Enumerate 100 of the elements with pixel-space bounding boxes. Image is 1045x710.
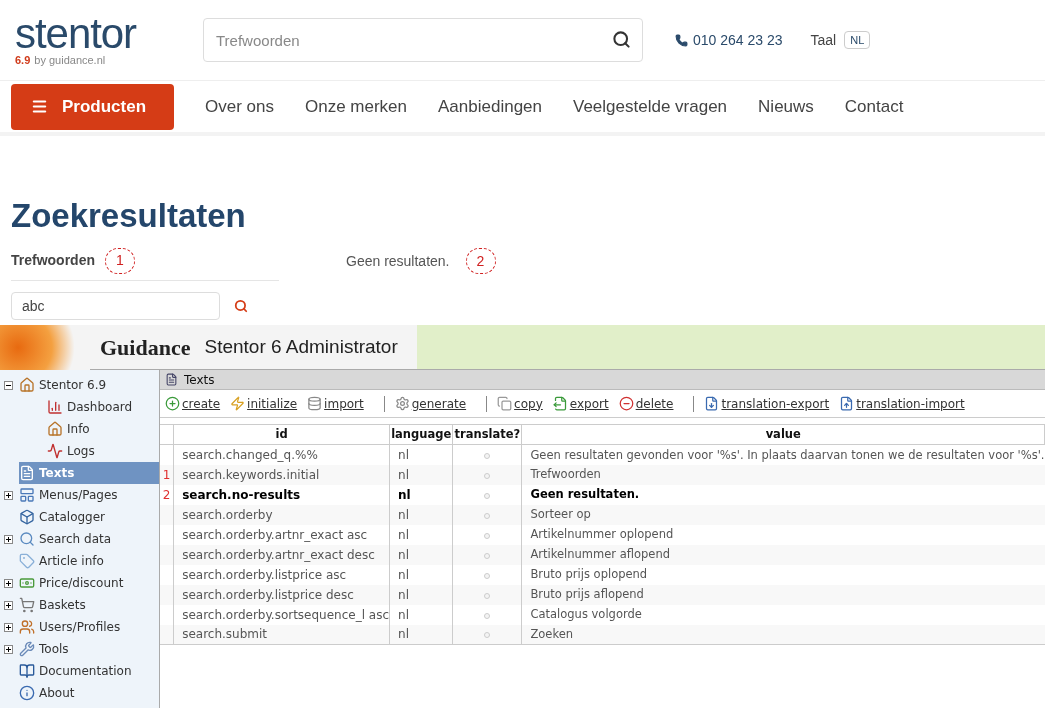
brand-name: Guidance	[100, 333, 191, 362]
sidebar-item[interactable]: Price/discount	[19, 572, 159, 594]
sidebar-item[interactable]: Documentation	[19, 660, 159, 682]
table-cell: Bruto prijs oplopend	[530, 567, 648, 582]
keywords-input[interactable]: abc	[11, 292, 220, 320]
table-cell: search.orderby	[182, 507, 273, 522]
layout-icon	[19, 487, 35, 503]
nav-link[interactable]: Over ons	[205, 93, 274, 120]
language-selector[interactable]: NL	[844, 30, 871, 50]
app-title: Stentor 6 Administrator	[204, 334, 398, 359]
expand-toggle[interactable]	[4, 600, 13, 610]
search-icon[interactable]	[612, 30, 631, 49]
table-cell: Geen resultaten.	[530, 487, 640, 502]
nav-link[interactable]: Aanbiedingen	[438, 93, 542, 120]
magnifier-icon	[19, 531, 35, 547]
products-button[interactable]: Producten	[11, 83, 174, 130]
bar-chart-icon	[47, 399, 63, 415]
nav-link[interactable]: Onze merken	[305, 93, 408, 120]
database-icon	[307, 396, 323, 411]
gear-icon	[394, 396, 410, 411]
toolbar-link[interactable]: translation-import	[839, 394, 965, 413]
copy-icon	[497, 396, 513, 411]
users-icon	[19, 619, 35, 635]
keywords-heading: Trefwoorden	[11, 251, 95, 270]
export-icon	[552, 396, 568, 411]
table-cell: search.keywords.initial	[182, 467, 320, 482]
row-marker: 1	[162, 467, 171, 482]
table-cell: nl	[398, 567, 409, 582]
table-cell: Zoeken	[530, 627, 574, 642]
document-import-icon	[839, 396, 855, 411]
phone-icon	[675, 33, 688, 47]
nav-link[interactable]: Nieuws	[758, 93, 814, 120]
table-cell: search.orderby.listprice desc	[182, 587, 354, 602]
info-icon	[19, 685, 35, 701]
table-cell: search.no-results	[182, 487, 301, 502]
expand-toggle[interactable]	[4, 622, 13, 632]
page-title: Zoekresultaten	[11, 196, 247, 236]
table-cell: nl	[398, 547, 409, 562]
nav-link[interactable]: Veelgestelde vragen	[573, 93, 728, 120]
sidebar-item[interactable]: Menus/Pages	[19, 484, 159, 506]
wrench-icon	[19, 641, 35, 657]
sidebar-item[interactable]: Tools	[19, 638, 159, 660]
sidebar-item[interactable]: Dashboard	[45, 398, 135, 416]
sidebar-item[interactable]: Info	[45, 420, 92, 438]
phone-number[interactable]: 010 264 23 23	[693, 29, 783, 51]
plus-icon	[165, 396, 180, 411]
row-marker: 2	[162, 487, 171, 502]
expand-toggle[interactable]	[4, 578, 13, 588]
byline: by guidance.nl	[34, 54, 106, 66]
line-chart-icon	[47, 443, 63, 459]
toolbar-link[interactable]: delete	[618, 394, 674, 413]
menu-icon	[31, 98, 48, 115]
table-cell: search.orderby.artnr_exact desc	[182, 547, 375, 562]
version-label: 6.9	[15, 54, 31, 66]
banknote-icon	[19, 575, 35, 591]
toolbar-link[interactable]: export	[552, 394, 609, 413]
toolbar-link[interactable]: generate	[394, 394, 467, 413]
nav-link[interactable]: Contact	[844, 93, 904, 120]
table-cell: search.orderby.sortsequence_l asc	[182, 607, 390, 622]
sidebar-item[interactable]: Baskets	[19, 594, 159, 616]
table-cell: nl	[398, 447, 409, 462]
book-icon	[19, 663, 35, 679]
table-cell: Geen resultaten gevonden voor '%s'. In plaats daarvan tonen we de resultaten voor '%s'.	[530, 447, 1045, 462]
table-cell: nl	[398, 587, 409, 602]
sidebar-item[interactable]: Logs	[45, 442, 97, 460]
sidebar-item[interactable]: Stentor 6.9	[19, 374, 159, 396]
expand-toggle[interactable]	[4, 490, 13, 500]
search-field[interactable]: Trefwoorden	[203, 18, 643, 62]
delete-icon	[618, 396, 634, 411]
house-icon	[47, 421, 63, 437]
column-header: id	[173, 424, 390, 445]
document-export-icon	[704, 396, 720, 411]
sidebar-item[interactable]: About	[19, 682, 159, 704]
table-cell: nl	[398, 527, 409, 542]
toolbar-link[interactable]: create	[165, 394, 221, 413]
collapse-toggle[interactable]	[4, 380, 13, 390]
tag-icon	[19, 553, 35, 569]
house-icon	[19, 377, 35, 393]
table-cell: Catalogus volgorde	[530, 607, 642, 622]
language-label: Taal	[810, 30, 837, 50]
toolbar-link[interactable]: import	[307, 394, 364, 413]
table-cell: search.submit	[182, 627, 268, 642]
table-cell: nl	[398, 627, 409, 642]
sidebar-item[interactable]: Search data	[19, 528, 159, 550]
table-cell: search.orderby.listprice asc	[182, 567, 347, 582]
expand-toggle[interactable]	[4, 644, 13, 654]
table-cell: nl	[398, 467, 409, 482]
logo[interactable]: stentor	[15, 14, 203, 54]
table-cell: Artikelnummer oplopend	[530, 527, 674, 542]
toolbar-link[interactable]: copy	[497, 394, 543, 413]
sidebar-item[interactable]: Users/Profiles	[19, 616, 159, 638]
toolbar-link[interactable]: initialize	[230, 394, 298, 413]
sidebar-item[interactable]: Catalogger	[19, 506, 159, 528]
sidebar-item[interactable]: Article info	[19, 550, 159, 572]
expand-toggle[interactable]	[4, 534, 13, 544]
panel-title: Texts	[184, 371, 215, 389]
cart-icon	[19, 597, 35, 613]
toolbar-link[interactable]: translation-export	[704, 394, 830, 413]
column-header: translate?	[452, 424, 522, 445]
table-cell: search.changed_q.%%	[182, 447, 318, 462]
